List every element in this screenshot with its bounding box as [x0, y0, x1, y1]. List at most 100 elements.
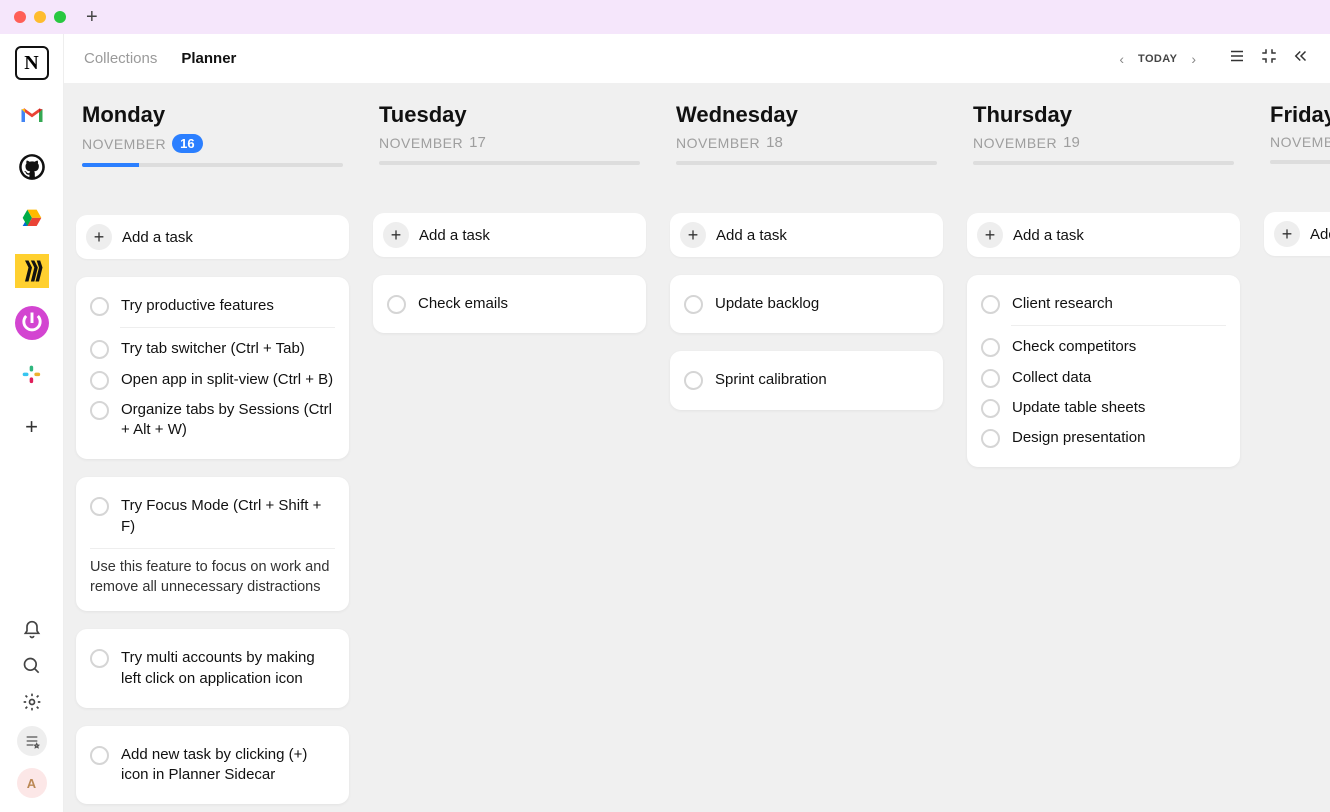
day-name: Monday: [82, 102, 343, 128]
compact-view-button[interactable]: [1260, 47, 1278, 70]
task-card[interactable]: Try productive featuresTry tab switcher …: [76, 277, 349, 459]
maximize-window[interactable]: [54, 11, 66, 23]
chevron-double-left-icon: [1292, 47, 1310, 65]
add-app-button[interactable]: +: [13, 408, 51, 446]
list-star-icon: [24, 733, 40, 749]
plus-icon: +: [1274, 221, 1300, 247]
task-checkbox[interactable]: [90, 649, 109, 668]
plus-icon: +: [977, 222, 1003, 248]
app-notion[interactable]: N: [13, 44, 51, 82]
task-card[interactable]: Try multi accounts by making left click …: [76, 629, 349, 708]
collapse-panel-button[interactable]: [1292, 47, 1310, 70]
add-task-button[interactable]: +Add a task: [76, 215, 349, 259]
task-text: Check competitors: [1012, 337, 1136, 357]
app-github[interactable]: [13, 148, 51, 186]
task-checkbox[interactable]: [981, 429, 1000, 448]
new-tab-button[interactable]: +: [86, 6, 98, 29]
app-sidebar: N + A: [0, 34, 64, 812]
date-number: 17: [469, 134, 486, 151]
task-text: Try tab switcher (Ctrl + Tab): [121, 339, 305, 359]
app-miro[interactable]: [13, 252, 51, 290]
date-number: 18: [766, 134, 783, 151]
github-icon: [18, 153, 46, 181]
add-task-button[interactable]: +Add a task: [373, 213, 646, 257]
task-card[interactable]: Update backlog: [670, 275, 943, 333]
task-row: Update backlog: [684, 289, 929, 319]
task-card[interactable]: Check emails: [373, 275, 646, 333]
subtask-row: Open app in split-view (Ctrl + B): [90, 365, 335, 395]
plus-icon: +: [680, 222, 706, 248]
task-card[interactable]: Add new task by clicking (+) icon in Pla…: [76, 726, 349, 805]
day-column-thursday: ThursdayNOVEMBER19+Add a taskClient rese…: [955, 84, 1252, 812]
day-column-monday: Monday NOVEMBER 16 +Add a task Try productiv…: [64, 84, 361, 812]
task-card[interactable]: Client research Check competitors Collect …: [967, 275, 1240, 467]
task-checkbox[interactable]: [90, 497, 109, 516]
task-checkbox[interactable]: [981, 295, 1000, 314]
task-checkbox[interactable]: [90, 401, 109, 420]
subtask-row: Organize tabs by Sessions (Ctrl + Alt + …: [90, 395, 335, 446]
today-button[interactable]: TODAY: [1138, 53, 1177, 65]
plus-icon: +: [86, 224, 112, 250]
task-card[interactable]: Sprint calibration: [670, 351, 943, 409]
task-text: Organize tabs by Sessions (Ctrl + Alt + …: [121, 400, 335, 441]
today-date-badge: 16: [172, 134, 202, 153]
topbar: Collections Planner ‹ TODAY ›: [64, 34, 1330, 84]
add-task-label: Add a task: [419, 227, 490, 244]
task-checkbox[interactable]: [387, 295, 406, 314]
task-checkbox[interactable]: [981, 369, 1000, 388]
app-slack[interactable]: [13, 356, 51, 394]
task-checkbox[interactable]: [684, 295, 703, 314]
search-icon: [22, 656, 42, 676]
add-task-button[interactable]: + Add a task: [1264, 212, 1330, 256]
task-checkbox[interactable]: [90, 340, 109, 359]
collapse-sidebar-button[interactable]: [17, 726, 47, 756]
close-window[interactable]: [14, 11, 26, 23]
app-google-drive[interactable]: [13, 200, 51, 238]
day-column-friday: FridayNOVEMBER+Add a task: [1252, 84, 1330, 812]
app-gmail[interactable]: [13, 96, 51, 134]
subtask-row: Update table sheets: [981, 393, 1226, 423]
day-name: Wednesday: [676, 102, 937, 128]
notifications-button[interactable]: [20, 618, 44, 642]
add-task-button[interactable]: + Add a task: [967, 213, 1240, 257]
add-task-button[interactable]: +Add a task: [670, 213, 943, 257]
task-text: Collect data: [1012, 368, 1091, 388]
task-text: Try multi accounts by making left click …: [121, 648, 335, 689]
app-power[interactable]: [13, 304, 51, 342]
task-checkbox[interactable]: [90, 746, 109, 765]
planner-board: Monday NOVEMBER 16 + Add a task Try productiv…: [64, 84, 1330, 812]
list-view-button[interactable]: [1228, 47, 1246, 70]
user-avatar[interactable]: A: [17, 768, 47, 798]
task-text: Open app in split-view (Ctrl + B): [121, 370, 333, 390]
month-label: NOVEMBER: [82, 136, 166, 152]
tab-planner[interactable]: Planner: [181, 46, 236, 71]
divider: [120, 327, 335, 328]
task-checkbox[interactable]: [684, 371, 703, 390]
subtask-row: Design presentation: [981, 423, 1226, 453]
next-week-button[interactable]: ›: [1191, 51, 1196, 67]
task-row: Client research: [981, 289, 1226, 319]
compact-icon: [1260, 47, 1278, 65]
day-progress: [973, 161, 1234, 165]
task-checkbox[interactable]: [981, 399, 1000, 418]
divider: [1011, 325, 1226, 326]
gmail-icon: [18, 101, 46, 129]
task-checkbox[interactable]: [90, 371, 109, 390]
task-row: Try multi accounts by making left click …: [90, 643, 335, 694]
add-task-label: Add a task: [1013, 227, 1084, 244]
task-card[interactable]: Try Focus Mode (Ctrl + Shift + F)Use thi…: [76, 477, 349, 611]
task-checkbox[interactable]: [90, 297, 109, 316]
day-name: Friday: [1270, 102, 1330, 128]
settings-button[interactable]: [20, 690, 44, 714]
subtask-row: Collect data: [981, 363, 1226, 393]
minimize-window[interactable]: [34, 11, 46, 23]
add-task-label: Add a task: [1310, 226, 1330, 243]
day-column-wednesday: WednesdayNOVEMBER18+Add a taskUpdate bac…: [658, 84, 955, 812]
search-button[interactable]: [20, 654, 44, 678]
gear-icon: [22, 692, 42, 712]
task-text: Update table sheets: [1012, 398, 1145, 418]
prev-week-button[interactable]: ‹: [1119, 51, 1124, 67]
tab-collections[interactable]: Collections: [84, 46, 157, 71]
task-checkbox[interactable]: [981, 338, 1000, 357]
day-name: Tuesday: [379, 102, 640, 128]
